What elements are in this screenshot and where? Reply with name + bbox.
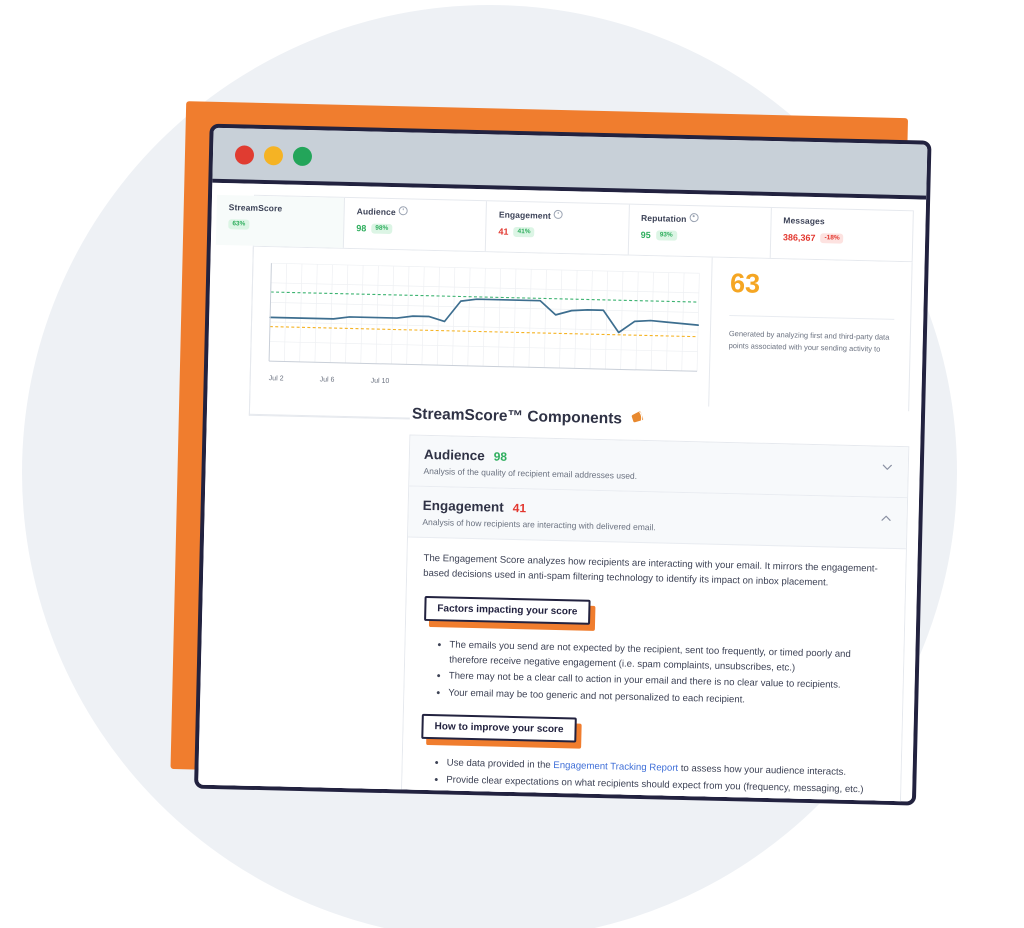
accordion-name: Audience <box>423 446 485 464</box>
kpi-label: StreamScore <box>228 202 283 214</box>
accordion-score: 98 <box>493 448 508 464</box>
factors-callout: Factors impacting your score <box>424 595 596 631</box>
info-icon[interactable] <box>553 209 564 220</box>
x-tick-label: Jul 6 <box>319 376 335 384</box>
accordion-score: 41 <box>512 500 527 515</box>
chevron-down-icon[interactable] <box>882 462 893 473</box>
kpi-card-messages[interactable]: Messages 386,367 -18% <box>770 208 912 261</box>
kpi-label-text: Audience <box>356 206 396 218</box>
megaphone-icon <box>629 409 647 431</box>
minimize-window-button[interactable] <box>263 145 284 166</box>
components-accordion: Audience 98 Analysis of the quality of r… <box>397 434 910 806</box>
engagement-paragraph: The Engagement Score analyzes how recipi… <box>423 552 878 589</box>
factors-callout-label: Factors impacting your score <box>424 595 591 625</box>
kpi-badge: 41% <box>513 227 535 238</box>
kpi-badge: 63% <box>228 219 250 230</box>
chevron-up-icon[interactable] <box>880 513 891 524</box>
chart-area: Jul 2 Jul 6 Jul 10 <box>250 247 712 425</box>
maximize-window-button[interactable] <box>292 146 313 167</box>
list-item-pre: Use data provided in the <box>446 757 554 772</box>
x-tick-label: Jul 2 <box>268 375 284 383</box>
overall-score-value: 63 <box>729 268 761 299</box>
kpi-label: Audience <box>357 205 486 219</box>
kpi-value: 41 <box>498 226 509 237</box>
browser-window-group: StreamScore 63% Audience 98 98% Engageme… <box>170 101 946 809</box>
page-viewport: StreamScore 63% Audience 98 98% Engageme… <box>198 182 927 806</box>
engagement-tracking-report-link[interactable]: Engagement Tracking Report <box>553 760 678 774</box>
kpi-value-row: 386,367 -18% <box>783 232 912 245</box>
info-icon[interactable] <box>398 206 408 216</box>
overall-score-panel: 63 Generated by analyzing first and thir… <box>707 257 912 430</box>
x-tick-label: Jul 10 <box>370 377 390 386</box>
info-icon[interactable] <box>689 213 699 223</box>
improve-list: Use data provided in the Engagement Trac… <box>418 756 885 806</box>
streamscore-components-section: StreamScore™ Components Audience 98 Anal… <box>397 399 911 806</box>
kpi-card-engagement[interactable]: Engagement 41 41% <box>486 201 630 255</box>
kpi-card-audience[interactable]: Audience 98 98% <box>343 197 488 252</box>
kpi-label: Messages <box>783 215 825 227</box>
kpi-label: Engagement <box>499 209 628 223</box>
list-item-post: to assess how your audience interacts. <box>677 763 847 778</box>
kpi-value: 95 <box>640 229 651 241</box>
overall-score-note: Generated by analyzing first and third-p… <box>728 328 890 354</box>
chart-plot <box>265 257 704 383</box>
kpi-badge: 98% <box>371 223 393 234</box>
kpi-value: 98 <box>356 223 367 234</box>
kpi-label-text: Engagement <box>498 209 552 221</box>
accordion-name: Engagement <box>422 497 504 515</box>
improve-callout-label: How to improve your score <box>421 713 577 743</box>
factors-list: The emails you send are not expected by … <box>420 638 887 712</box>
browser-window: StreamScore 63% Audience 98 98% Engageme… <box>194 123 932 806</box>
divider <box>729 314 895 320</box>
kpi-value-row: 63% <box>228 219 343 231</box>
kpi-badge: -18% <box>820 233 844 244</box>
kpi-card-reputation[interactable]: Reputation 95 93% <box>628 204 772 258</box>
line-chart-svg <box>268 262 700 372</box>
chart-gridlines <box>268 262 700 372</box>
kpi-value: 386,367 <box>782 232 816 244</box>
kpi-value-row: 41 41% <box>498 227 627 240</box>
page-left-gutter <box>198 414 412 794</box>
accordion-body-engagement: The Engagement Score analyzes how recipi… <box>401 537 906 806</box>
kpi-card-streamscore[interactable]: StreamScore 63% <box>215 194 345 248</box>
screenshot-stage: StreamScore 63% Audience 98 98% Engageme… <box>0 0 1024 928</box>
page-title-text: StreamScore™ Components <box>411 405 623 428</box>
kpi-label: Reputation <box>641 212 770 226</box>
kpi-badge: 93% <box>655 230 677 241</box>
kpi-value-row: 95 93% <box>641 230 770 243</box>
kpi-value-row: 98 98% <box>356 223 485 236</box>
kpi-label-text: Reputation <box>640 212 687 224</box>
close-window-button[interactable] <box>234 145 255 165</box>
improve-callout: How to improve your score <box>421 713 582 749</box>
